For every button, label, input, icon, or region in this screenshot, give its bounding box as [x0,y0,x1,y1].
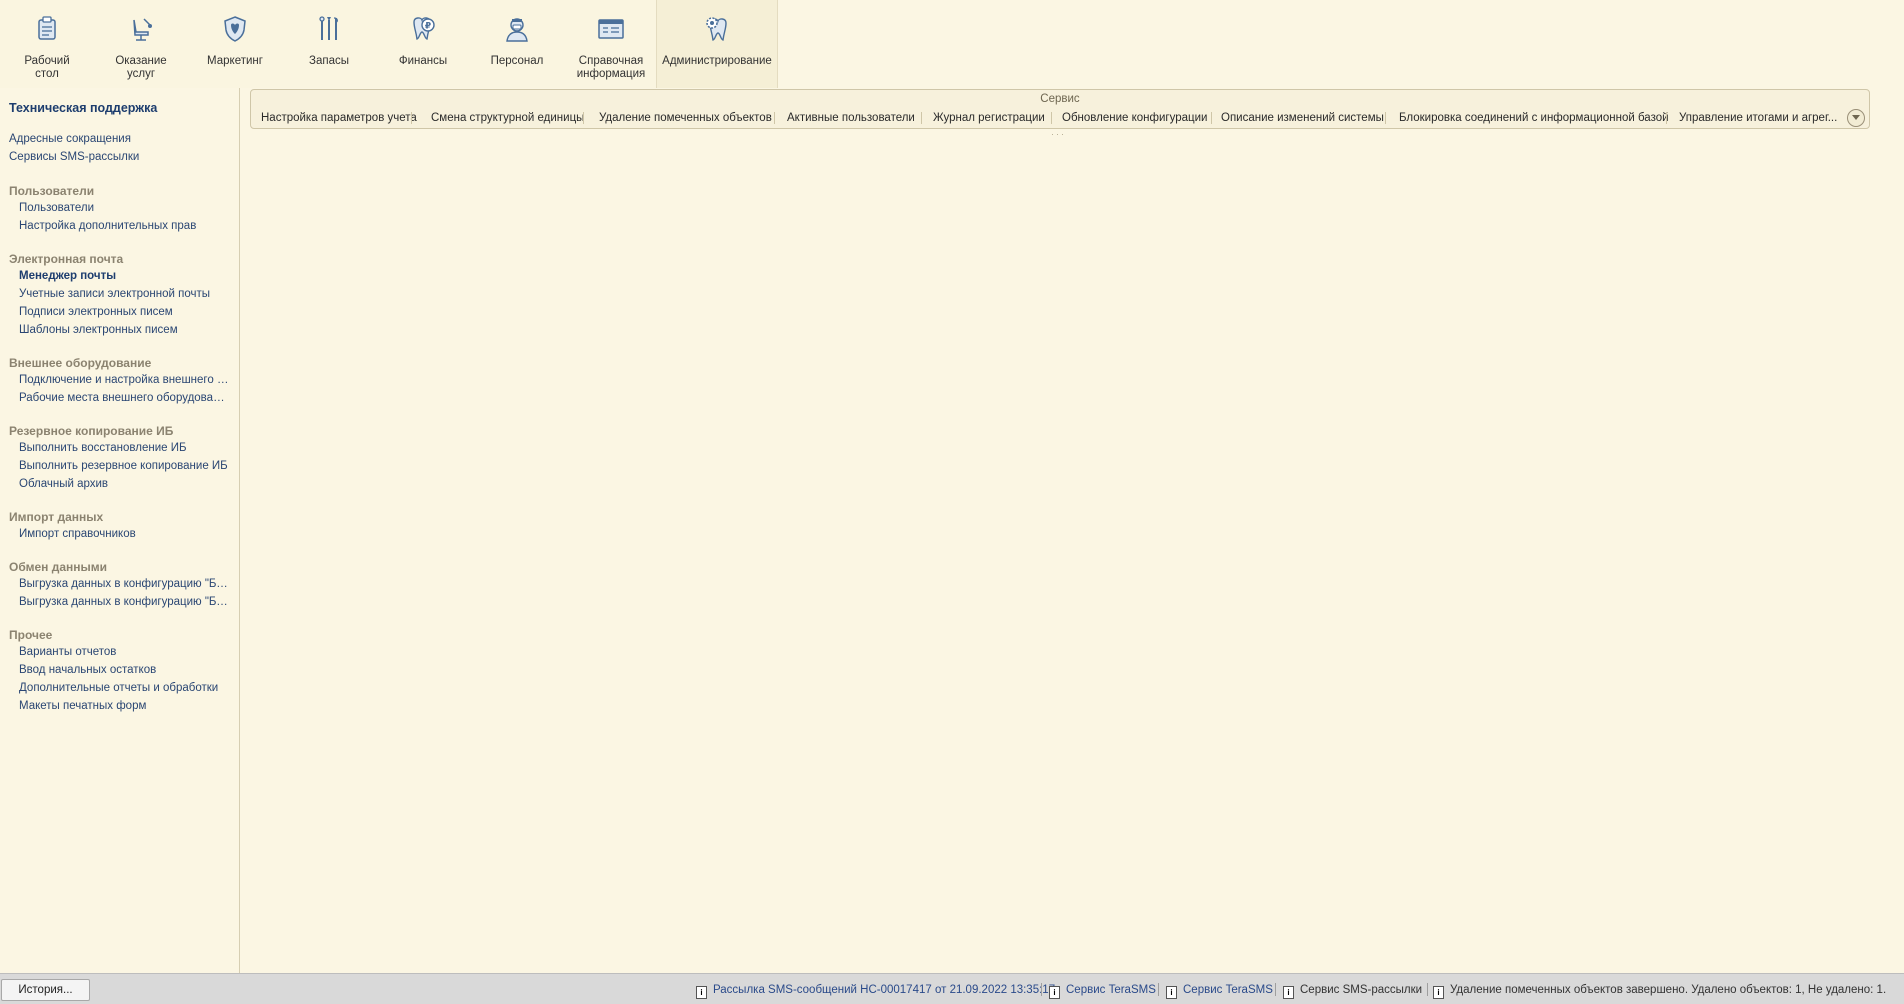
nav-group-data-exchange: Обмен данными [9,560,108,574]
cmd-delete-marked-objects[interactable]: Удаление помеченных объектов [599,110,772,126]
separator [583,112,584,124]
more-commands-dropdown-icon[interactable] [1847,109,1865,127]
nav-panel-title: Техническая поддержка [9,101,158,115]
doctor-icon [506,18,528,42]
nav-item-cloud-archive[interactable]: Облачный архив [19,478,229,490]
dental-tools-icon [319,16,338,40]
info-icon: i [1049,986,1060,999]
section-staff[interactable]: Персонал [470,0,564,88]
nav-item-additional-reports[interactable]: Дополнительные отчеты и обработки [19,682,229,694]
desk-icon [38,16,56,40]
separator [1041,983,1042,996]
cmd-update-configuration[interactable]: Обновление конфигурации [1062,110,1207,126]
status-bar: История... i Рассылка SMS-сообщений НС-00… [0,973,1904,1004]
reference-screen-icon [598,19,624,39]
navigation-panel: Техническая поддержка Адресные сокращени… [0,88,240,973]
nav-item-restore-ib[interactable]: Выполнить восстановление ИБ [19,442,229,454]
cmd-totals-management[interactable]: Управление итогами и агрег... [1679,110,1839,126]
tooth-gear-icon [706,17,727,41]
section-label: Персонал [490,55,544,67]
section-label: Маркетинг [207,55,263,67]
separator [1051,112,1052,124]
nav-item-users[interactable]: Пользователи [19,202,229,214]
section-label: Запасы [309,55,349,67]
cmd-active-users[interactable]: Активные пользователи [787,110,915,126]
nav-item-sms-services[interactable]: Сервисы SMS-рассылки [9,151,139,163]
separator [1427,983,1428,996]
nav-group-backup: Резервное копирование ИБ [9,424,174,438]
app-window: Рабочий стол Оказание услуг Маркетинг За… [0,0,1904,1004]
section-desktop[interactable]: Рабочий стол [0,0,94,88]
nav-item-export-accounting-1[interactable]: Выгрузка данных в конфигурацию "Бух... [19,578,229,590]
nav-item-equipment-setup[interactable]: Подключение и настройка внешнего об... [19,374,229,386]
separator [1385,112,1386,124]
sections-panel: Рабочий стол Оказание услуг Маркетинг За… [0,0,778,88]
separator [774,112,775,124]
separator [1666,112,1667,124]
history-button[interactable]: История... [1,979,90,1001]
section-label: Финансы [398,55,448,67]
nav-item-additional-rights[interactable]: Настройка дополнительных прав [19,220,229,232]
section-label: Администрирование [662,55,772,67]
nav-item-email-templates[interactable]: Шаблоны электронных писем [19,324,229,336]
section-label: Справочная информация [576,55,646,80]
notification-terasms-1[interactable]: i Сервис TeraSMS [1049,982,1156,999]
notification-sms-mailing[interactable]: i Рассылка SMS-сообщений НС-00017417 от 2… [696,982,1055,999]
svg-text:₽: ₽ [425,22,431,32]
section-finance[interactable]: ₽ Финансы [376,0,470,88]
separator [1158,983,1159,996]
section-services[interactable]: Оказание услуг [94,0,188,88]
nav-item-email-signatures[interactable]: Подписи электронных писем [19,306,229,318]
nav-item-equipment-workplaces[interactable]: Рабочие места внешнего оборудования [19,392,229,404]
section-marketing[interactable]: Маркетинг [188,0,282,88]
service-group-resize-grip[interactable]: ··· [1051,129,1066,139]
nav-item-report-variants[interactable]: Варианты отчетов [19,646,229,658]
service-commands-group: Сервис Настройка параметров учета Смена … [250,89,1870,129]
nav-group-data-import: Импорт данных [9,510,104,524]
nav-item-print-form-layouts[interactable]: Макеты печатных форм [19,700,229,712]
nav-group-email: Электронная почта [9,252,124,266]
section-stock[interactable]: Запасы [282,0,376,88]
nav-item-backup-ib[interactable]: Выполнить резервное копирование ИБ [19,460,229,472]
separator [1211,112,1212,124]
sections-panel-empty [778,0,1904,88]
separator [411,112,412,124]
notification-sms-service[interactable]: i Сервис SMS-рассылки [1283,982,1422,999]
cmd-event-log[interactable]: Журнал регистрации [933,110,1045,126]
cmd-change-structural-unit[interactable]: Смена структурной единицы [431,110,584,126]
nav-group-external-equipment: Внешнее оборудование [9,356,152,370]
info-icon: i [1433,986,1444,999]
notification-deletion-complete[interactable]: i Удаление помеченных объектов завершено.… [1433,982,1886,999]
section-reference[interactable]: Справочная информация [564,0,658,88]
dental-chair-icon [133,18,152,41]
workspace-area [240,130,1904,973]
info-icon: i [1166,986,1177,999]
section-label: Рабочий стол [24,55,70,80]
nav-item-export-accounting-2[interactable]: Выгрузка данных в конфигурацию "Бух... [19,596,229,608]
nav-item-address-abbreviations[interactable]: Адресные сокращения [9,133,131,145]
tooth-coin-icon: ₽ [413,17,435,40]
cmd-system-changes-description[interactable]: Описание изменений системы [1221,110,1384,126]
notification-terasms-2[interactable]: i Сервис TeraSMS [1166,982,1273,999]
section-administration[interactable]: Администрирование [656,0,778,88]
nav-group-other: Прочее [9,628,53,642]
cmd-block-connections[interactable]: Блокировка соединений с информационной б… [1399,110,1669,126]
nav-item-mail-manager[interactable]: Менеджер почты [19,270,229,282]
shield-icon [224,16,246,42]
nav-item-email-accounts[interactable]: Учетные записи электронной почты [19,288,229,300]
section-label: Оказание услуг [115,55,167,80]
cmd-accounting-settings[interactable]: Настройка параметров учета [261,110,417,126]
info-icon: i [696,986,707,999]
separator [921,112,922,124]
separator [1275,983,1276,996]
nav-item-import-catalogs[interactable]: Импорт справочников [19,528,229,540]
nav-group-users: Пользователи [9,184,95,198]
nav-item-opening-balances[interactable]: Ввод начальных остатков [19,664,229,676]
info-icon: i [1283,986,1294,999]
service-group-title: Сервис [1040,93,1080,105]
